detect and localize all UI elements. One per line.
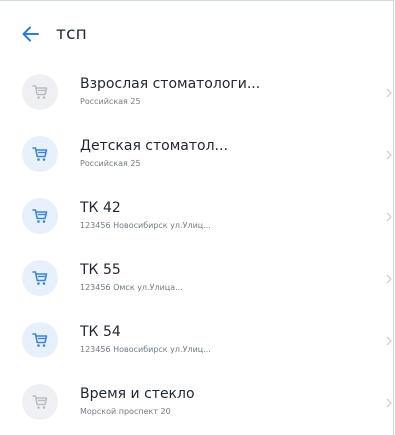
list-item-subtitle: 123456 Омск ул.Улица... xyxy=(80,283,183,292)
cart-icon xyxy=(32,85,48,99)
list-item-avatar xyxy=(22,74,58,110)
list-item[interactable]: ТК 54 123456 Новосибирск ул.Улиц... xyxy=(0,310,395,372)
list-item-title: Время и стекло xyxy=(80,386,195,402)
chevron-right-icon xyxy=(386,212,392,222)
list-item-avatar xyxy=(22,322,58,358)
back-button[interactable] xyxy=(18,21,44,47)
list-item[interactable]: ТК 42 123456 Новосибирск ул.Улиц... xyxy=(0,186,395,248)
cart-icon xyxy=(32,333,48,347)
list-item[interactable]: ТК 55 123456 Омск ул.Улица... xyxy=(0,248,395,310)
list-item[interactable]: Детская стоматол... Российская 25 xyxy=(0,124,395,186)
list-item-subtitle: 123456 Новосибирск ул.Улиц... xyxy=(80,221,211,230)
list-item-subtitle: 123456 Новосибирск ул.Улиц... xyxy=(80,345,211,354)
cart-icon xyxy=(32,395,48,409)
chevron-right-icon xyxy=(386,88,392,98)
list-item-title: ТК 55 xyxy=(80,262,121,278)
list-item-avatar xyxy=(22,260,58,296)
list-item-avatar xyxy=(22,384,58,420)
chevron-right-icon xyxy=(386,398,392,408)
list-item-subtitle: Российская 25 xyxy=(80,97,141,106)
chevron-right-icon xyxy=(386,274,392,284)
list-item-subtitle: Морской проспект 20 xyxy=(80,407,171,416)
list-item-avatar xyxy=(22,198,58,234)
list-item-title: Взрослая стоматологи... xyxy=(80,76,261,92)
list-item-title: ТК 54 xyxy=(80,324,121,340)
list-item-avatar xyxy=(22,136,58,172)
list-item-subtitle: Российская 25 xyxy=(80,159,141,168)
header: тсп xyxy=(0,0,395,60)
cart-icon xyxy=(32,147,48,161)
chevron-right-icon xyxy=(386,150,392,160)
cart-icon xyxy=(32,271,48,285)
cart-icon xyxy=(32,209,48,223)
list-item[interactable]: Время и стекло Морской проспект 20 xyxy=(0,372,395,434)
list-item[interactable]: Взрослая стоматологи... Российская 25 xyxy=(0,62,395,124)
chevron-right-icon xyxy=(386,336,392,346)
page-title: тсп xyxy=(56,24,87,44)
arrow-left-icon xyxy=(22,26,39,42)
list-item-title: Детская стоматол... xyxy=(80,138,228,154)
list-item-title: ТК 42 xyxy=(80,200,121,216)
